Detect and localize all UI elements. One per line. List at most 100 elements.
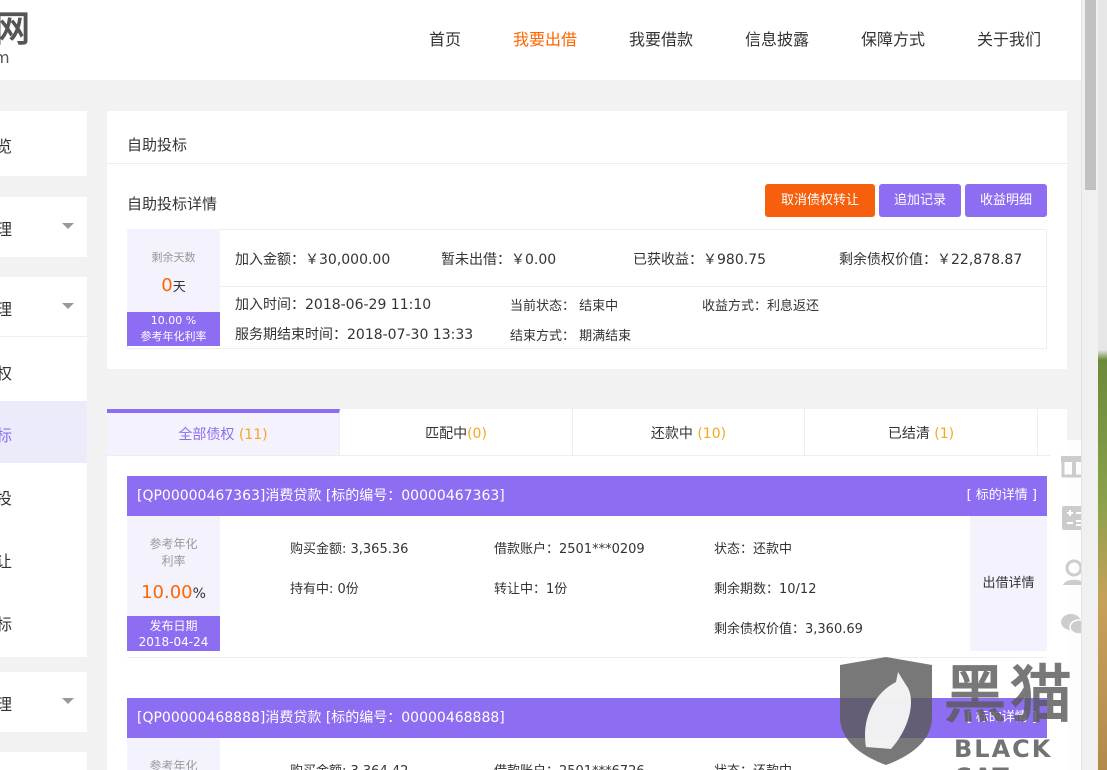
loan-card-header: [QP00000467363]消费贷款 [标的编号：00000467363] [… <box>127 476 1047 516</box>
divider <box>0 336 87 337</box>
lend-detail-button[interactable]: 出借详情 <box>970 516 1047 651</box>
sidebar-group-1[interactable]: 理 <box>0 197 87 257</box>
sidebar-item-label: 理 <box>0 300 13 319</box>
nav-about[interactable]: 关于我们 <box>977 26 1041 50</box>
sidebar-group-4[interactable] <box>0 752 87 770</box>
auto-bid-panel: 自助投标 自助投标详情 取消债权转让 追加记录 收益明细 剩余天数 0天 10.… <box>107 111 1067 369</box>
page-title: 自助投标 <box>127 136 188 154</box>
divider <box>220 286 1047 287</box>
loan-rate-box: 参考年化 <box>127 738 220 770</box>
publish-date-box: 发布日期 2018-04-24 <box>127 616 220 651</box>
cancel-transfer-button[interactable]: 取消债权转让 <box>765 184 875 217</box>
remain-days: 0天 <box>127 275 220 296</box>
publish-label: 发布日期 <box>149 619 198 633</box>
sidebar-item-label: 理 <box>0 695 13 714</box>
borrower-account: 借款账户：2501***0209 <box>494 542 645 557</box>
sidebar-item-label: 理 <box>0 220 13 239</box>
sidebar-item-creditor[interactable]: 权 <box>0 360 12 384</box>
nav-guarantee[interactable]: 保障方式 <box>861 26 925 50</box>
sidebar-item-label: 标 <box>0 426 13 445</box>
lend-detail-label: 出借详情 <box>982 576 1035 591</box>
remain-days-value: 0 <box>161 275 173 296</box>
divider <box>107 455 1067 456</box>
sidebar-item-transfer[interactable]: 让 <box>0 548 12 572</box>
earned-income: 已获收益：￥980.75 <box>633 252 766 268</box>
remaining-creditor-value: 剩余债权价值：3,360.69 <box>714 622 863 637</box>
end-mode: 结束方式： 期满结束 <box>510 329 632 344</box>
income-mode: 收益方式：利息返还 <box>702 299 820 314</box>
sidebar-group-2: 理 权 投 让 标 <box>0 277 87 657</box>
chevron-down-icon <box>62 223 74 229</box>
publish-date: 2018-04-24 <box>138 635 209 649</box>
transferring-count: 转让中：1份 <box>494 582 568 597</box>
nav-borrow[interactable]: 我要借款 <box>629 26 693 50</box>
buy-amount: 购买金额: 3,364.42 <box>290 760 408 770</box>
loan-rate-unit: % <box>192 586 206 602</box>
loan-title: [QP00000467363]消费贷款 [标的编号：00000467363] <box>137 488 505 504</box>
remain-days-unit: 天 <box>172 280 186 295</box>
logo-sub: m <box>0 48 10 67</box>
loan-rate-box: 参考年化 利率 10.00% 发布日期 2018-04-24 <box>127 516 220 651</box>
tab-settled[interactable]: 已结清 (1) <box>805 409 1038 455</box>
rate-value: 10.00 % <box>150 314 197 327</box>
loan-card-header: [QP00000468888]消费贷款 [标的编号：00000468888] [… <box>127 698 1047 738</box>
service-end-time: 服务期结束时间：2018-07-30 13:33 <box>235 327 474 343</box>
ref-rate-label: 参考年化 <box>149 537 198 551</box>
sidebar-item-bid[interactable]: 标 <box>0 611 12 635</box>
ref-rate-label-2: 利率 <box>161 554 186 568</box>
sidebar-group-2-header[interactable]: 理 <box>0 277 87 337</box>
top-header: 网 m 首页 我要出借 我要借款 信息披露 保障方式 关于我们 <box>0 0 1081 80</box>
remain-days-box: 剩余天数 0天 10.00 % 参考年化利率 <box>127 229 220 346</box>
page-scrollbar[interactable] <box>1081 0 1098 770</box>
chevron-down-icon <box>62 303 74 309</box>
rate-box: 10.00 % 参考年化利率 <box>127 312 220 346</box>
ref-rate-label: 参考年化 <box>149 759 198 770</box>
nav-disclosure[interactable]: 信息披露 <box>745 26 809 50</box>
tab-matching[interactable]: 匹配中(0) <box>340 409 573 455</box>
tab-repaying[interactable]: 还款中 (10) <box>573 409 805 455</box>
tab-count: (11) <box>238 427 268 443</box>
holding-count: 持有中: 0份 <box>290 582 359 597</box>
sidebar-item-auto-bid[interactable]: 标 <box>0 401 87 463</box>
nav-home[interactable]: 首页 <box>429 26 461 50</box>
background-strip <box>1098 0 1107 770</box>
income-detail-button[interactable]: 收益明细 <box>965 184 1047 217</box>
nav-invest[interactable]: 我要出借 <box>513 26 577 50</box>
borrower-account: 借款账户：2501***6726 <box>494 760 645 770</box>
sidebar-item-invest[interactable]: 投 <box>0 485 12 509</box>
remaining-value: 剩余债权价值：￥22,878.87 <box>839 252 1023 268</box>
loan-rate: 10.00% <box>127 582 220 603</box>
tab-label: 匹配中 <box>425 426 468 442</box>
current-status: 当前状态： 结束中 <box>510 299 619 314</box>
join-time: 加入时间：2018-06-29 11:10 <box>235 297 432 313</box>
tab-label: 还款中 <box>650 426 693 442</box>
loan-title: [QP00000468888]消费贷款 [标的编号：00000468888] <box>137 710 505 726</box>
chevron-down-icon <box>62 698 74 704</box>
divider <box>127 657 1047 658</box>
unlent-amount: 暂未出借：￥0.00 <box>441 252 557 268</box>
tab-label: 全部债权 <box>178 427 235 443</box>
tab-count: (1) <box>934 426 955 442</box>
loan-status: 状态：还款中 <box>714 760 792 770</box>
buy-amount: 购买金额: 3,365.36 <box>290 542 409 557</box>
loan-status: 状态：还款中 <box>714 542 793 557</box>
loan-rate-value: 10.00 <box>141 582 193 603</box>
remaining-terms: 剩余期数：10/12 <box>714 582 817 597</box>
scrollbar-thumb[interactable] <box>1085 0 1096 190</box>
rate-label: 参考年化利率 <box>140 330 207 343</box>
tab-count: (0) <box>467 426 487 442</box>
sidebar-overview[interactable]: 览 <box>0 111 87 176</box>
loan-detail-link[interactable]: [ 标的详情 ] <box>967 476 1037 516</box>
sidebar-group-3[interactable]: 理 <box>0 672 87 732</box>
divider <box>107 163 1067 164</box>
section-title: 自助投标详情 <box>127 195 218 213</box>
join-amount: 加入金额：￥30,000.00 <box>235 252 391 268</box>
add-record-button[interactable]: 追加记录 <box>879 184 961 217</box>
tab-count: (10) <box>697 426 727 442</box>
tab-all[interactable]: 全部债权 (11) <box>107 409 340 455</box>
remain-label: 剩余天数 <box>151 251 196 264</box>
tab-label: 已结清 <box>887 426 930 442</box>
sidebar-item-label: 览 <box>0 137 13 156</box>
main-nav: 首页 我要出借 我要借款 信息披露 保障方式 关于我们 <box>0 26 1081 50</box>
loan-detail-link[interactable]: [ 标的详情 ] <box>967 698 1037 738</box>
